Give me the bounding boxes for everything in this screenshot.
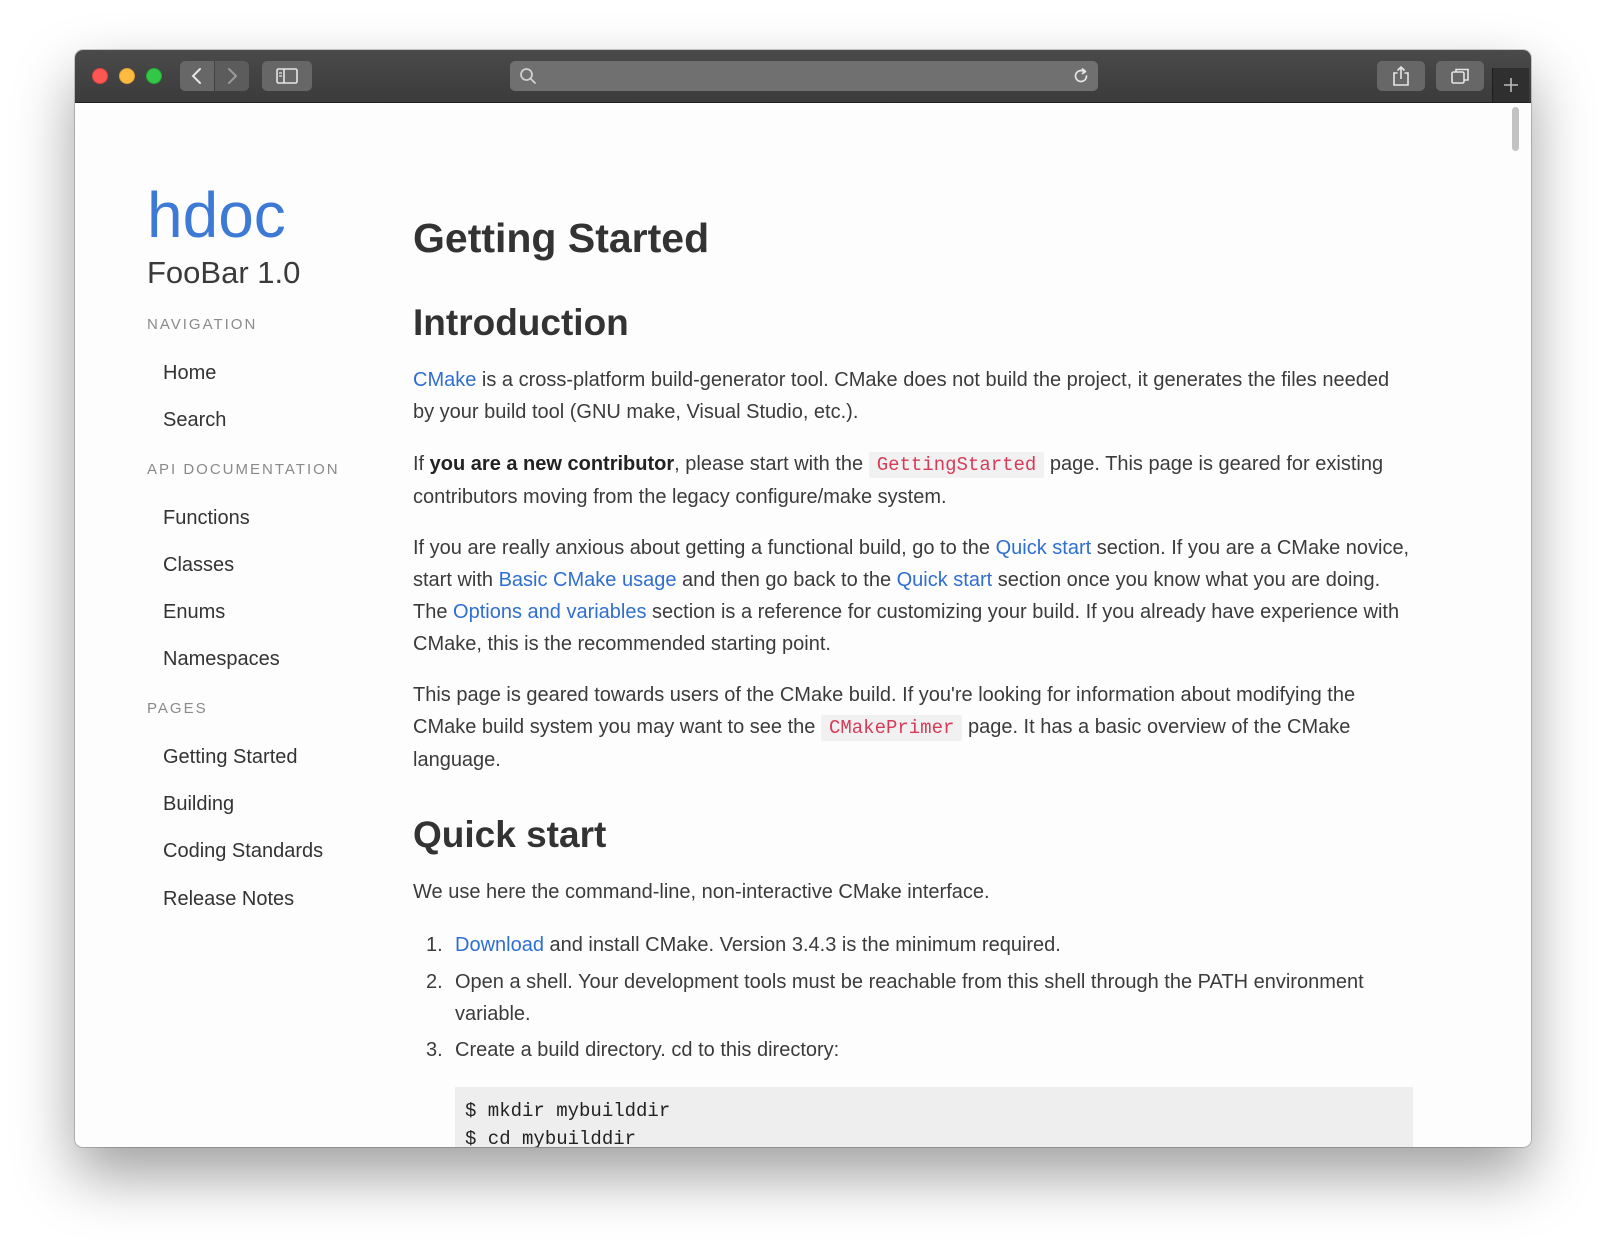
- intro-paragraph-1: CMake is a cross-platform build-generato…: [413, 369, 1390, 423]
- cmake-link[interactable]: CMake: [413, 369, 476, 391]
- plus-icon: [1504, 78, 1518, 92]
- scrollbar-thumb[interactable]: [1512, 107, 1519, 151]
- basic-cmake-usage-link[interactable]: Basic CMake usage: [499, 569, 677, 591]
- sidebar-toggle-button[interactable]: [262, 61, 312, 91]
- download-link[interactable]: Download: [455, 934, 544, 956]
- sidebar-item-release-notes[interactable]: Release Notes: [163, 886, 294, 912]
- vertical-scrollbar[interactable]: [1507, 103, 1523, 1147]
- chevron-left-icon: [191, 68, 201, 84]
- sidebar-item-building[interactable]: Building: [163, 791, 234, 817]
- project-name: FooBar 1.0: [147, 255, 301, 290]
- site-logo[interactable]: hdoc: [147, 179, 286, 251]
- intro-paragraph-3: If you are really anxious about getting …: [413, 537, 1410, 655]
- browser-toolbar: [75, 50, 1531, 103]
- page-content: hdoc FooBar 1.0 NAVIGATION Home Search A…: [75, 103, 1531, 1147]
- sidebar-heading-api-documentation: API DOCUMENTATION: [147, 461, 340, 478]
- minimize-window-button[interactable]: [119, 68, 135, 84]
- back-button[interactable]: [180, 61, 214, 91]
- sidebar-item-classes[interactable]: Classes: [163, 552, 234, 578]
- share-icon: [1393, 66, 1409, 86]
- new-tab-button[interactable]: [1492, 68, 1529, 102]
- quick-start-intro: We use here the command-line, non-intera…: [413, 881, 990, 903]
- quick-start-link-2[interactable]: Quick start: [897, 569, 993, 591]
- intro-paragraph-2: If you are a new contributor, please sta…: [413, 452, 1384, 508]
- sidebar-item-search[interactable]: Search: [163, 407, 226, 433]
- sidebar-item-home[interactable]: Home: [163, 360, 216, 386]
- chevron-right-icon: [228, 68, 238, 84]
- heading-introduction: Introduction: [413, 302, 629, 343]
- sidebar-heading-navigation: NAVIGATION: [147, 316, 258, 333]
- browser-window: hdoc FooBar 1.0 NAVIGATION Home Search A…: [75, 50, 1531, 1147]
- sidebar-item-enums[interactable]: Enums: [163, 599, 225, 625]
- sidebar-icon: [276, 68, 298, 84]
- reload-icon[interactable]: [1072, 67, 1090, 85]
- sidebar-item-functions[interactable]: Functions: [163, 505, 250, 531]
- forward-button[interactable]: [215, 61, 249, 91]
- sidebar-heading-pages: PAGES: [147, 700, 208, 717]
- tabs-icon: [1451, 68, 1469, 84]
- show-tabs-button[interactable]: [1436, 61, 1484, 91]
- address-bar[interactable]: [510, 61, 1098, 91]
- intro-paragraph-4: This page is geared towards users of the…: [413, 684, 1356, 771]
- search-icon: [520, 68, 536, 84]
- heading-quick-start: Quick start: [413, 814, 607, 855]
- inline-code-gettingstarted: GettingStarted: [868, 452, 1045, 478]
- quick-start-link[interactable]: Quick start: [996, 537, 1092, 559]
- code-block: $ mkdir mybuilddir $ cd mybuilddir: [455, 1087, 1413, 1147]
- options-and-variables-link[interactable]: Options and variables: [453, 601, 646, 623]
- sidebar-item-namespaces[interactable]: Namespaces: [163, 646, 280, 672]
- sidebar-item-coding-standards[interactable]: Coding Standards: [163, 838, 323, 864]
- sidebar-item-getting-started[interactable]: Getting Started: [163, 744, 298, 770]
- page-title: Getting Started: [413, 215, 710, 261]
- zoom-window-button[interactable]: [146, 68, 162, 84]
- close-window-button[interactable]: [92, 68, 108, 84]
- share-button[interactable]: [1377, 61, 1425, 91]
- inline-code-cmakeprimer: CMakePrimer: [820, 715, 963, 741]
